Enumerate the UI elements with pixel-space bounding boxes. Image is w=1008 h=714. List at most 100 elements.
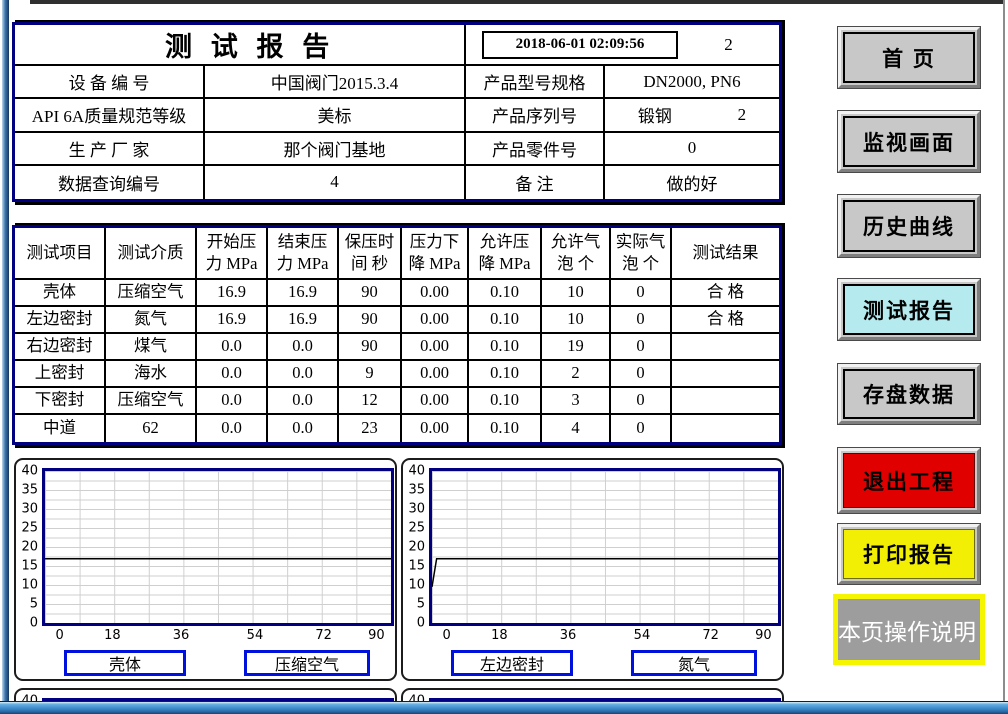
monitor-screen-button-label: 监视画面 <box>843 116 975 167</box>
y-axis-tick: 0 <box>403 616 425 631</box>
y-axis-tick: 10 <box>403 578 425 593</box>
x-axis-tick: 18 <box>104 628 121 643</box>
info-label: 备 注 <box>466 166 605 199</box>
y-axis-tick: 20 <box>403 540 425 555</box>
test-col-header-text: 测试项目 <box>27 242 93 264</box>
home-button[interactable]: 首 页 <box>838 27 980 88</box>
x-axis-tick: 54 <box>634 628 651 643</box>
y-axis-tick: 35 <box>16 483 38 498</box>
test-value-cell: 10 <box>542 307 611 334</box>
chart-item-label: 左边密封 <box>451 650 573 676</box>
info-value: 美标 <box>205 99 466 132</box>
y-axis-tick: 30 <box>16 502 38 517</box>
info-value: 0 <box>605 133 779 166</box>
test-value-cell: 0 <box>611 415 672 442</box>
test-value-cell: 0.10 <box>469 334 542 361</box>
test-value-cell: 0.00 <box>402 280 469 307</box>
test-value-cell: 0.0 <box>268 361 339 388</box>
x-axis-tick: 54 <box>247 628 264 643</box>
history-curve-button[interactable]: 历史曲线 <box>838 195 980 257</box>
test-value-cell: 0.00 <box>402 388 469 415</box>
test-item-cell: 上密封 <box>15 361 106 388</box>
info-label: 产品型号规格 <box>466 66 605 99</box>
test-value-cell: 62 <box>106 415 197 442</box>
test-value-cell: 0.00 <box>402 361 469 388</box>
x-axis-tick: 90 <box>755 628 772 643</box>
y-axis-tick: 25 <box>16 521 38 536</box>
x-axis-tick: 36 <box>173 628 190 643</box>
test-value-cell: 0 <box>611 388 672 415</box>
test-result-cell <box>672 361 779 388</box>
test-value-cell: 煤气 <box>106 334 197 361</box>
exit-project-button[interactable]: 退出工程 <box>838 448 980 513</box>
test-col-header-text: 允许压降 MPa <box>479 231 531 276</box>
save-data-button-label: 存盘数据 <box>843 369 975 419</box>
y-axis-tick: 0 <box>16 616 38 631</box>
chart-medium-label: 氮气 <box>631 650 757 676</box>
test-col-header: 开始压力 MPa <box>197 228 268 280</box>
test-value-cell: 0 <box>611 361 672 388</box>
taskbar-strip <box>0 701 1008 714</box>
x-axis-tick: 72 <box>702 628 719 643</box>
test-col-header: 允许气泡 个 <box>542 228 611 280</box>
test-col-header: 压力下降 MPa <box>402 228 469 280</box>
save-data-button[interactable]: 存盘数据 <box>838 364 980 424</box>
test-value-cell: 16.9 <box>197 307 268 334</box>
test-col-header-text: 结束压力 MPa <box>277 231 329 276</box>
test-value-cell: 0.0 <box>197 415 268 442</box>
page-title: 测 试 报 告 <box>165 25 335 64</box>
x-axis-tick: 0 <box>442 628 450 643</box>
y-axis-tick: 30 <box>403 502 425 517</box>
test-value-cell: 0 <box>611 307 672 334</box>
info-label: 设 备 编 号 <box>15 66 205 99</box>
monitor-screen-button[interactable]: 监视画面 <box>838 111 980 172</box>
y-axis-tick: 20 <box>16 540 38 555</box>
test-col-header-text: 保压时间 秒 <box>345 231 395 276</box>
test-value-cell: 0.10 <box>469 361 542 388</box>
x-axis-tick: 18 <box>491 628 508 643</box>
info-label: 数据查询编号 <box>15 166 205 199</box>
print-count-value: 2 <box>678 35 779 55</box>
pressure-chart: 403530252015105001836547290壳体压缩空气 <box>14 458 397 681</box>
test-value-cell: 0 <box>611 280 672 307</box>
test-value-cell: 16.9 <box>268 280 339 307</box>
title-cell: 测 试 报 告 <box>15 25 466 66</box>
test-value-cell: 0.00 <box>402 307 469 334</box>
info-value-part: 2 <box>738 105 747 125</box>
info-label: 产品序列号 <box>466 99 605 132</box>
y-axis-tick: 25 <box>403 521 425 536</box>
x-axis-tick: 90 <box>368 628 385 643</box>
x-axis-tick: 36 <box>560 628 577 643</box>
info-value: 做的好 <box>605 166 779 199</box>
test-col-header: 允许压降 MPa <box>469 228 542 280</box>
y-axis-tick: 15 <box>16 559 38 574</box>
test-value-cell: 4 <box>542 415 611 442</box>
test-value-cell: 90 <box>339 307 402 334</box>
info-label: API 6A质量规范等级 <box>15 99 205 132</box>
chart-item-label: 壳体 <box>64 650 186 676</box>
test-col-header-text: 测试介质 <box>118 242 184 264</box>
app-window: 测 试 报 告 2018-06-01 02:09:56 2 设 备 编 号中国阀… <box>0 0 1008 714</box>
print-report-button[interactable]: 打印报告 <box>838 524 980 584</box>
info-value-part: 锻钢 <box>638 102 672 127</box>
info-label: 产品零件号 <box>466 133 605 166</box>
chart-plot-area <box>429 468 781 626</box>
test-col-header-text: 实际气泡 个 <box>616 231 666 276</box>
test-report-button[interactable]: 测试报告 <box>838 279 980 340</box>
info-value: 锻钢 2 <box>605 99 779 132</box>
test-value-cell: 2 <box>542 361 611 388</box>
test-item-cell: 下密封 <box>15 388 106 415</box>
test-value-cell: 9 <box>339 361 402 388</box>
history-curve-button-label: 历史曲线 <box>843 200 975 252</box>
exit-project-button-label: 退出工程 <box>843 453 975 508</box>
test-col-header-text: 测试结果 <box>693 242 759 264</box>
y-axis-tick: 10 <box>16 578 38 593</box>
home-button-label: 首 页 <box>843 32 975 83</box>
test-col-header: 结束压力 MPa <box>268 228 339 280</box>
test-value-cell: 16.9 <box>268 307 339 334</box>
test-value-cell: 0.00 <box>402 415 469 442</box>
y-axis-tick: 35 <box>403 483 425 498</box>
page-help-button[interactable]: 本页操作说明 <box>833 594 985 665</box>
pressure-line <box>45 471 391 623</box>
test-value-cell: 0.0 <box>268 415 339 442</box>
